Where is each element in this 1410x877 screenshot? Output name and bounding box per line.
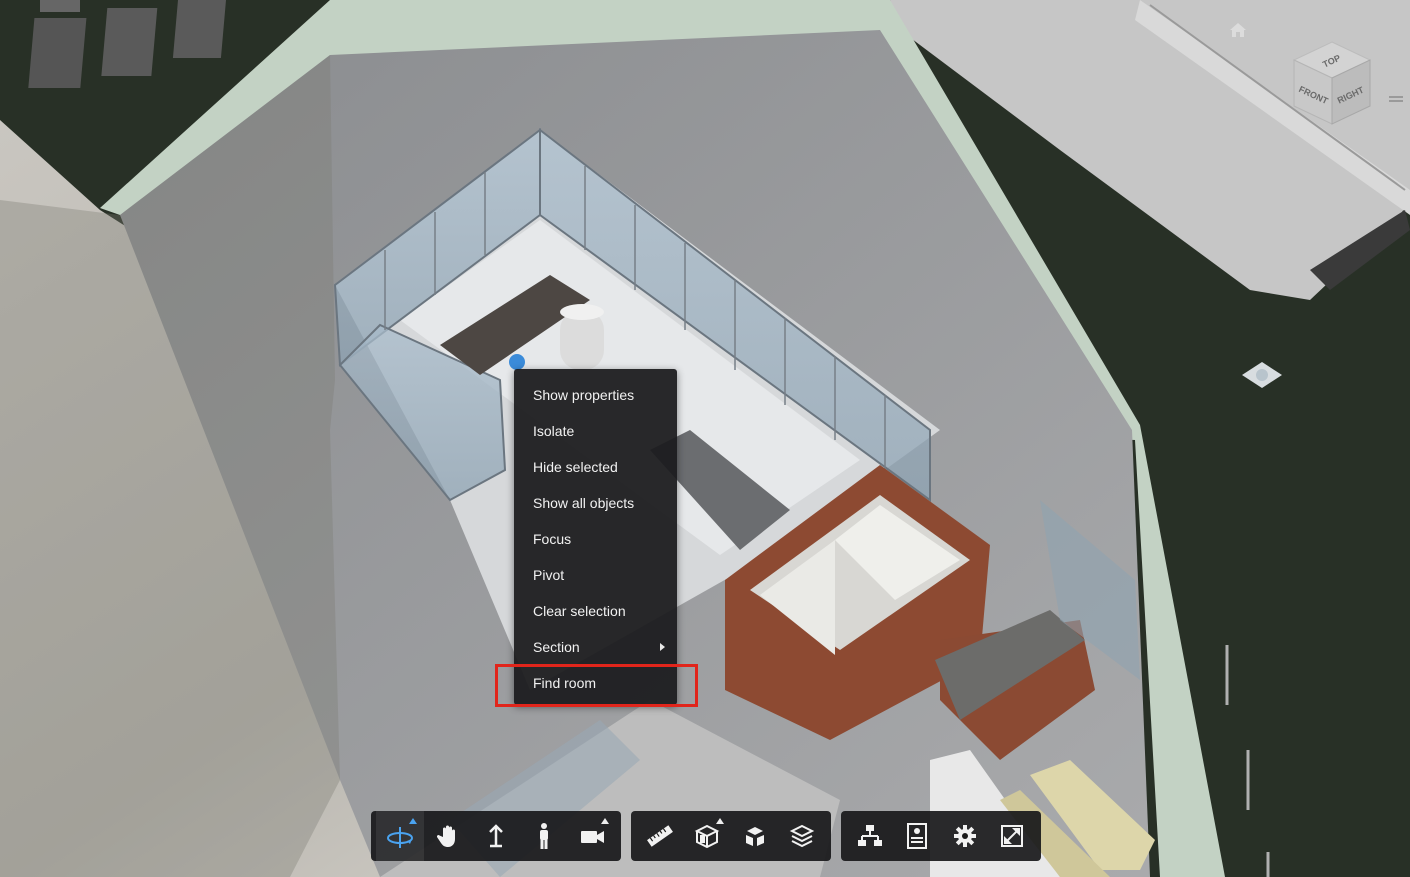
menu-item-hide-selected[interactable]: Hide selected xyxy=(514,449,677,485)
layers-icon xyxy=(789,823,815,849)
more-options-icon xyxy=(409,818,417,824)
context-menu: Show properties Isolate Hide selected Sh… xyxy=(514,369,677,705)
more-options-icon xyxy=(601,818,609,824)
menu-item-focus[interactable]: Focus xyxy=(514,521,677,557)
home-view-icon[interactable] xyxy=(1228,20,1248,40)
section-button[interactable] xyxy=(684,811,732,861)
explode-button[interactable] xyxy=(731,811,779,861)
section-icon xyxy=(694,823,720,849)
pan-icon xyxy=(435,823,461,849)
toolbar-navigation-group xyxy=(371,811,621,861)
menu-item-label: Focus xyxy=(533,531,572,547)
model-browser-icon xyxy=(857,823,883,849)
layers-button[interactable] xyxy=(779,811,827,861)
zoom-button[interactable] xyxy=(472,811,520,861)
settings-button[interactable] xyxy=(941,811,989,861)
submenu-arrow-icon xyxy=(660,643,665,651)
viewcube-menu-icon[interactable] xyxy=(1388,92,1404,104)
settings-gear-icon xyxy=(952,823,978,849)
camera-button[interactable] xyxy=(568,811,616,861)
menu-item-section[interactable]: Section xyxy=(514,629,677,665)
first-person-button[interactable] xyxy=(520,811,568,861)
building-model-render xyxy=(0,0,1410,877)
properties-icon xyxy=(906,823,928,849)
fullscreen-button[interactable] xyxy=(989,811,1037,861)
menu-item-label: Isolate xyxy=(533,423,575,439)
properties-button[interactable] xyxy=(894,811,942,861)
menu-item-label: Show all objects xyxy=(533,495,635,511)
first-person-icon xyxy=(534,822,554,850)
viewcube[interactable]: TOP FRONT RIGHT xyxy=(1290,38,1374,130)
menu-item-label: Clear selection xyxy=(533,603,626,619)
3d-model-viewport[interactable]: TOP FRONT RIGHT Show properties Isolate … xyxy=(0,0,1410,877)
menu-item-clear-selection[interactable]: Clear selection xyxy=(514,593,677,629)
menu-item-pivot[interactable]: Pivot xyxy=(514,557,677,593)
camera-icon xyxy=(579,825,605,847)
menu-item-label: Show properties xyxy=(533,387,635,403)
more-options-icon xyxy=(716,818,724,824)
toolbar-settings-group xyxy=(841,811,1041,861)
menu-item-label: Pivot xyxy=(533,567,565,583)
menu-item-show-properties[interactable]: Show properties xyxy=(514,377,677,413)
orbit-button[interactable] xyxy=(376,811,424,861)
toolbar-modeling-group xyxy=(631,811,831,861)
find-room-highlight xyxy=(495,664,698,707)
zoom-icon xyxy=(484,823,508,849)
menu-item-label: Section xyxy=(533,639,580,655)
menu-item-label: Hide selected xyxy=(533,459,618,475)
pan-button[interactable] xyxy=(424,811,472,861)
menu-item-isolate[interactable]: Isolate xyxy=(514,413,677,449)
measure-button[interactable] xyxy=(636,811,684,861)
fullscreen-icon xyxy=(1000,824,1024,848)
measure-icon xyxy=(646,822,674,850)
menu-item-show-all-objects[interactable]: Show all objects xyxy=(514,485,677,521)
explode-icon xyxy=(742,823,768,849)
orbit-icon xyxy=(386,822,414,850)
model-browser-button[interactable] xyxy=(846,811,894,861)
